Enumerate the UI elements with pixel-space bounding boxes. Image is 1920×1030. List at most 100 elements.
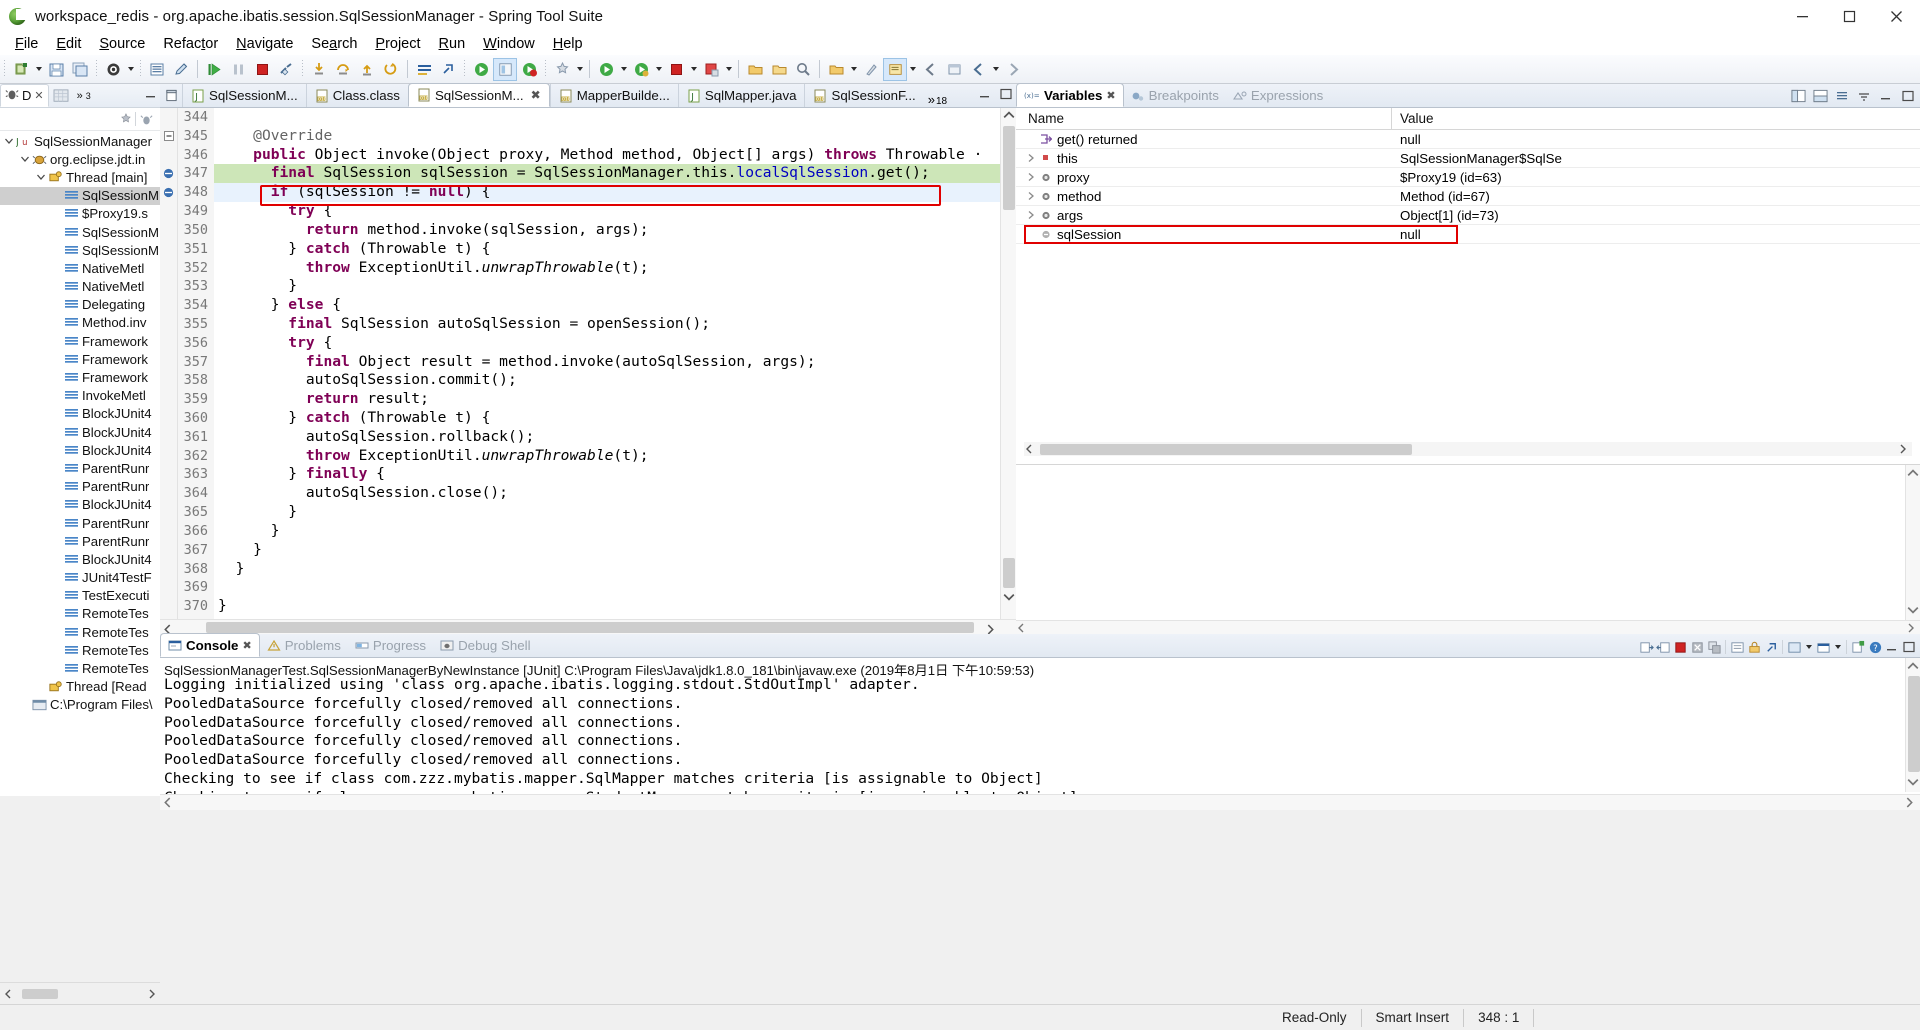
variables-row[interactable]: this SqlSessionManager$SqlSe: [1016, 149, 1920, 168]
editor-vscrollbar[interactable]: [1000, 108, 1016, 634]
console-output[interactable]: Logging initialized using 'class org.apa…: [160, 676, 1920, 794]
menu-file[interactable]: File: [6, 33, 47, 55]
debug-tree-row[interactable]: JUnit4TestF: [0, 569, 160, 587]
code-line[interactable]: }: [214, 277, 1016, 296]
code-line[interactable]: final SqlSession autoSqlSession = openSe…: [214, 315, 1016, 334]
debug-tree-row[interactable]: TestExecuti: [0, 587, 160, 605]
close-icon[interactable]: ✖: [242, 639, 251, 652]
editor-maximize-icon[interactable]: [998, 86, 1014, 102]
code-line[interactable]: }: [214, 522, 1016, 541]
code-line[interactable]: autoSqlSession.close();: [214, 484, 1016, 503]
code-line[interactable]: try {: [214, 202, 1016, 221]
editor-tab-overflow[interactable]: » 18: [924, 84, 951, 107]
code-line[interactable]: final Object result = method.invoke(auto…: [214, 353, 1016, 372]
coverage-icon[interactable]: [493, 57, 517, 81]
debug-tree-row[interactable]: Framework: [0, 350, 160, 368]
menu-window[interactable]: Window: [474, 33, 544, 55]
variables-value[interactable]: Object[1] (id=73): [1392, 208, 1499, 223]
editor-tab[interactable]: J SqlMapper.java: [677, 84, 805, 107]
code-line[interactable]: return method.invoke(sqlSession, args);: [214, 221, 1016, 240]
debug-tree-row[interactable]: RemoteTes: [0, 623, 160, 641]
variables-value[interactable]: Method (id=67): [1392, 189, 1490, 204]
chevron-right-icon[interactable]: [1024, 172, 1038, 182]
console-display-selected-icon[interactable]: [1786, 639, 1802, 655]
variables-row[interactable]: proxy $Proxy19 (id=63): [1016, 168, 1920, 187]
menu-project[interactable]: Project: [366, 33, 429, 55]
variables-detail-pane[interactable]: [1016, 464, 1920, 634]
editor-tab[interactable]: 010 SqlSessionF...: [804, 84, 923, 107]
debug-tree-row[interactable]: ParentRunr: [0, 478, 160, 496]
run-as-icon[interactable]: [594, 58, 618, 81]
menu-navigate[interactable]: Navigate: [227, 33, 302, 55]
breakpoint-ruler[interactable]: [160, 108, 178, 634]
back-icon[interactable]: [966, 58, 990, 81]
code-line[interactable]: throw ExceptionUtil.unwrapThrowable(t);: [214, 447, 1016, 466]
code-line[interactable]: try {: [214, 334, 1016, 353]
previous-edit-icon[interactable]: [918, 58, 942, 81]
debug-tree-row[interactable]: BlockJUnit4: [0, 550, 160, 568]
variables-view-tab[interactable]: Expressions: [1226, 84, 1330, 107]
scroll-right-icon[interactable]: [144, 986, 160, 1002]
scroll-left-icon[interactable]: [0, 986, 16, 1002]
detail-vscrollbar[interactable]: [1905, 465, 1920, 620]
code-line[interactable]: } finally {: [214, 465, 1016, 484]
chevron-down-icon[interactable]: [2, 136, 15, 146]
debug-tree-row[interactable]: BlockJUnit4: [0, 441, 160, 459]
debug-tree-row[interactable]: Method.inv: [0, 314, 160, 332]
code-line[interactable]: @Override: [214, 127, 1016, 146]
debug-view-minimize-icon[interactable]: [144, 87, 158, 104]
debug-tree-row[interactable]: RemoteTes: [0, 659, 160, 677]
debug-tree-row[interactable]: BlockJUnit4: [0, 423, 160, 441]
debug-tree-row[interactable]: ParentRunr: [0, 532, 160, 550]
code-line[interactable]: [214, 108, 1016, 127]
debug-tree-row[interactable]: Framework: [0, 332, 160, 350]
debug-tree-row[interactable]: NativeMetl: [0, 278, 160, 296]
debug-tree-row[interactable]: $Proxy19.s: [0, 205, 160, 223]
menu-run[interactable]: Run: [430, 33, 475, 55]
terminate-icon[interactable]: [250, 58, 274, 81]
close-icon[interactable]: ✖: [531, 88, 541, 102]
code-line[interactable]: }: [214, 503, 1016, 522]
vars-maximize-icon[interactable]: [1900, 88, 1916, 104]
code-line[interactable]: final SqlSession sqlSession = SqlSession…: [214, 164, 1016, 184]
run-as-dropdown-icon[interactable]: [618, 58, 629, 80]
stop-dropdown-icon[interactable]: [688, 58, 699, 80]
disconnect-icon[interactable]: [274, 58, 298, 81]
debug-tree-row[interactable]: BlockJUnit4: [0, 496, 160, 514]
view-menu-icon[interactable]: [117, 111, 133, 127]
breakpoint-marker-icon[interactable]: [160, 164, 177, 183]
code-line[interactable]: throw ExceptionUtil.unwrapThrowable(t);: [214, 259, 1016, 278]
detail-hscrollbar[interactable]: [1016, 620, 1920, 634]
debug-tree-row[interactable]: NativeMetl: [0, 259, 160, 277]
variables-hscrollbar[interactable]: [1024, 442, 1912, 456]
debug-tree-row[interactable]: Ju SqlSessionManager: [0, 132, 160, 150]
external-tools-icon[interactable]: [550, 58, 574, 81]
debug-tree-row[interactable]: Delegating: [0, 296, 160, 314]
variables-table[interactable]: get() returned null this SqlSessionManager$…: [1016, 130, 1920, 244]
run-history-dropdown-icon[interactable]: [653, 58, 664, 80]
console-remove-icon[interactable]: [1689, 639, 1705, 655]
debug-tree-row[interactable]: RemoteTes: [0, 605, 160, 623]
chevron-right-icon[interactable]: [1024, 191, 1038, 201]
debug-perspective-icon[interactable]: [101, 58, 125, 81]
debug-tree-row[interactable]: org.eclipse.jdt.in: [0, 150, 160, 168]
tab-debug[interactable]: D ✕: [0, 84, 49, 107]
editor-list-icon[interactable]: [160, 83, 182, 107]
drop-to-frame-icon[interactable]: [379, 58, 403, 81]
debug-dropdown-icon[interactable]: [125, 58, 136, 80]
new-java-class-icon[interactable]: [145, 58, 169, 81]
console-view-tab[interactable]: Debug Shell: [433, 634, 537, 657]
console-import-icon[interactable]: [1655, 639, 1671, 655]
code-line[interactable]: } catch (Throwable t) {: [214, 240, 1016, 259]
debug-tree-row[interactable]: ParentRunr: [0, 459, 160, 477]
step-into-icon[interactable]: [307, 58, 331, 81]
code-line[interactable]: }: [214, 560, 1016, 579]
open-folder-icon[interactable]: [743, 58, 767, 81]
debug-tree-row[interactable]: ParentRunr: [0, 514, 160, 532]
variables-row[interactable]: get() returned null: [1016, 130, 1920, 149]
console-open-icon[interactable]: [1815, 639, 1831, 655]
variables-row[interactable]: args Object[1] (id=73): [1016, 206, 1920, 225]
menu-refactor[interactable]: Refactor: [154, 33, 227, 55]
variables-value[interactable]: $Proxy19 (id=63): [1392, 170, 1502, 185]
run-history-icon[interactable]: [629, 58, 653, 81]
